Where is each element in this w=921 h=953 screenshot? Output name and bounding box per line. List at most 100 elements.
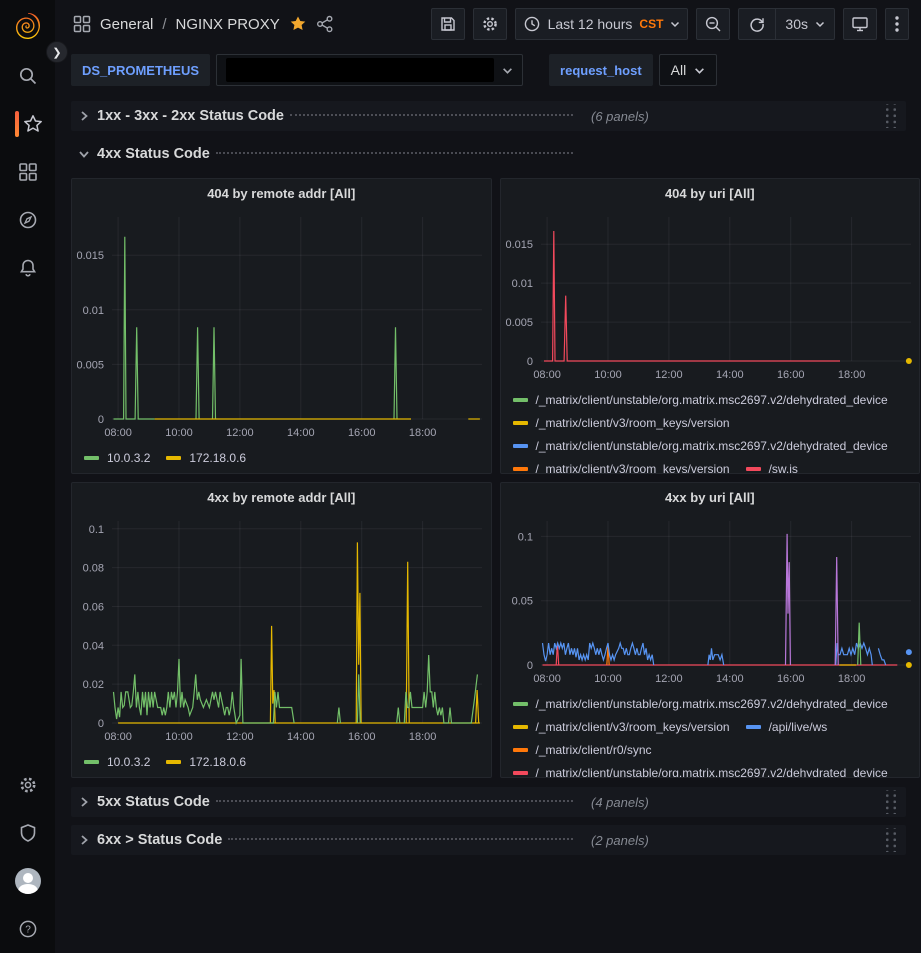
svg-text:14:00: 14:00 <box>716 369 744 381</box>
breadcrumb-separator: / <box>162 16 166 33</box>
svg-text:0.015: 0.015 <box>77 250 105 262</box>
legend-item[interactable]: /api/live/ws <box>746 715 828 738</box>
row-6xx[interactable]: 6xx > Status Code (2 panels) <box>71 825 906 855</box>
legend-swatch <box>513 421 528 425</box>
svg-text:08:00: 08:00 <box>533 369 561 381</box>
row-panel-count: (2 panels) <box>591 833 649 848</box>
share-icon[interactable] <box>316 15 334 33</box>
svg-text:14:00: 14:00 <box>716 673 744 685</box>
chevron-down-icon <box>694 65 705 76</box>
legend-item[interactable]: 172.18.0.6 <box>166 750 246 773</box>
clock-icon <box>523 15 541 33</box>
sidebar-item-help[interactable]: ? <box>0 905 55 953</box>
legend-label: /_matrix/client/v3/room_keys/version <box>536 416 730 430</box>
svg-text:14:00: 14:00 <box>287 427 315 439</box>
favorite-star-icon[interactable] <box>289 15 307 33</box>
legend-item[interactable]: /_matrix/client/v3/room_keys/version <box>513 411 730 434</box>
avatar <box>15 868 41 894</box>
gear-icon <box>481 15 499 33</box>
row-4xx[interactable]: 4xx Status Code <box>71 139 906 169</box>
panel-legend: 10.0.3.2 172.18.0.6 <box>72 443 491 469</box>
svg-text:?: ? <box>25 925 31 936</box>
row-drag-handle[interactable] <box>882 790 898 814</box>
legend-item[interactable]: /_matrix/client/unstable/org.matrix.msc2… <box>513 692 888 715</box>
time-series-chart: 08:0010:0012:0014:0016:0018:0000.0050.01… <box>501 207 919 385</box>
compass-icon <box>18 210 38 230</box>
legend-label: 10.0.3.2 <box>107 755 150 769</box>
request-host-variable-label: request_host <box>549 54 653 86</box>
sidebar-item-dashboards[interactable] <box>0 148 55 196</box>
legend-swatch <box>513 702 528 706</box>
legend-item[interactable]: /_matrix/client/unstable/org.matrix.msc2… <box>513 434 888 457</box>
sidebar-item-configuration[interactable] <box>0 761 55 809</box>
grafana-logo[interactable] <box>0 0 55 52</box>
legend-item[interactable]: /_matrix/client/unstable/org.matrix.msc2… <box>513 761 888 778</box>
row-header: 1xx - 3xx - 2xx Status Code <box>77 108 575 124</box>
dashboards-grid-icon <box>18 162 38 182</box>
row-drag-handle[interactable] <box>882 104 898 128</box>
legend-item[interactable]: /_matrix/client/r0/sync <box>513 738 652 761</box>
svg-text:08:00: 08:00 <box>105 427 133 439</box>
svg-text:0: 0 <box>98 718 104 730</box>
legend-label: 10.0.3.2 <box>107 451 150 465</box>
legend-item[interactable]: /sw.js <box>746 457 798 474</box>
panel-title[interactable]: 4xx by uri [All] <box>501 483 920 511</box>
legend-swatch <box>513 748 528 752</box>
row-5xx[interactable]: 5xx Status Code (4 panels) <box>71 787 906 817</box>
svg-text:0.1: 0.1 <box>89 524 104 536</box>
dashboard-settings-button[interactable] <box>473 8 507 40</box>
legend-item[interactable]: 172.18.0.6 <box>166 446 246 469</box>
kebab-menu-icon <box>895 16 899 32</box>
legend-label: /_matrix/client/unstable/org.matrix.msc2… <box>536 393 888 407</box>
sidebar-expand-button[interactable]: ❯ <box>46 41 68 63</box>
legend-swatch <box>513 398 528 402</box>
grafana-logo-icon <box>13 11 43 41</box>
svg-text:12:00: 12:00 <box>226 427 254 439</box>
tv-mode-button[interactable] <box>843 8 877 40</box>
legend-swatch <box>746 725 761 729</box>
panel-title[interactable]: 404 by remote addr [All] <box>72 179 491 207</box>
legend-item[interactable]: /_matrix/client/v3/room_keys/version <box>513 457 730 474</box>
legend-item[interactable]: 10.0.3.2 <box>84 446 150 469</box>
time-range-picker[interactable]: Last 12 hours CST <box>515 8 689 40</box>
svg-text:0.01: 0.01 <box>83 305 104 317</box>
sidebar-item-explore[interactable] <box>0 196 55 244</box>
svg-text:10:00: 10:00 <box>594 673 622 685</box>
request-host-variable-select[interactable]: All <box>659 54 718 86</box>
zoom-out-button[interactable] <box>696 8 730 40</box>
datasource-variable-select[interactable] <box>216 54 523 86</box>
datasource-variable-label: DS_PROMETHEUS <box>71 54 210 86</box>
sidebar-item-starred[interactable] <box>0 100 55 148</box>
sidebar-item-profile[interactable] <box>0 857 55 905</box>
chevron-down-icon <box>670 19 680 29</box>
panel-title[interactable]: 4xx by remote addr [All] <box>72 483 491 511</box>
more-options-button[interactable] <box>885 8 909 40</box>
breadcrumb-folder[interactable]: General <box>100 16 153 33</box>
legend-item[interactable]: 10.0.3.2 <box>84 750 150 773</box>
dashboard-toolbar: Last 12 hours CST 30s <box>431 8 909 40</box>
refresh-button[interactable] <box>739 9 775 39</box>
legend-item[interactable]: /_matrix/client/v3/room_keys/version <box>513 715 730 738</box>
legend-item[interactable]: /_matrix/client/unstable/org.matrix.msc2… <box>513 388 888 411</box>
main-area: General / NGINX PROXY <box>55 0 921 953</box>
dashboard-topbar: General / NGINX PROXY <box>55 0 921 48</box>
svg-text:14:00: 14:00 <box>287 731 315 743</box>
legend-label: /_matrix/client/unstable/org.matrix.msc2… <box>536 439 888 453</box>
dashboard-body: 1xx - 3xx - 2xx Status Code (6 panels) 4… <box>55 96 921 855</box>
sidebar-item-server-admin[interactable] <box>0 809 55 857</box>
gear-icon <box>18 775 38 795</box>
panel-4xx-by-remote-addr: 4xx by remote addr [All] 08:0010:0012:00… <box>71 482 492 778</box>
svg-text:0: 0 <box>527 660 533 672</box>
panel-title[interactable]: 404 by uri [All] <box>501 179 920 207</box>
row-drag-handle[interactable] <box>882 828 898 852</box>
save-dashboard-button[interactable] <box>431 8 465 40</box>
svg-text:08:00: 08:00 <box>105 731 133 743</box>
svg-text:0.01: 0.01 <box>511 278 532 290</box>
sidebar-item-search[interactable] <box>0 52 55 100</box>
time-range-label: Last 12 hours <box>548 16 633 32</box>
chevron-right-icon <box>77 795 91 809</box>
sidebar-item-alerting[interactable] <box>0 244 55 292</box>
legend-swatch <box>746 467 761 471</box>
row-1xx-3xx-2xx[interactable]: 1xx - 3xx - 2xx Status Code (6 panels) <box>71 101 906 131</box>
refresh-interval-dropdown[interactable]: 30s <box>775 9 834 39</box>
